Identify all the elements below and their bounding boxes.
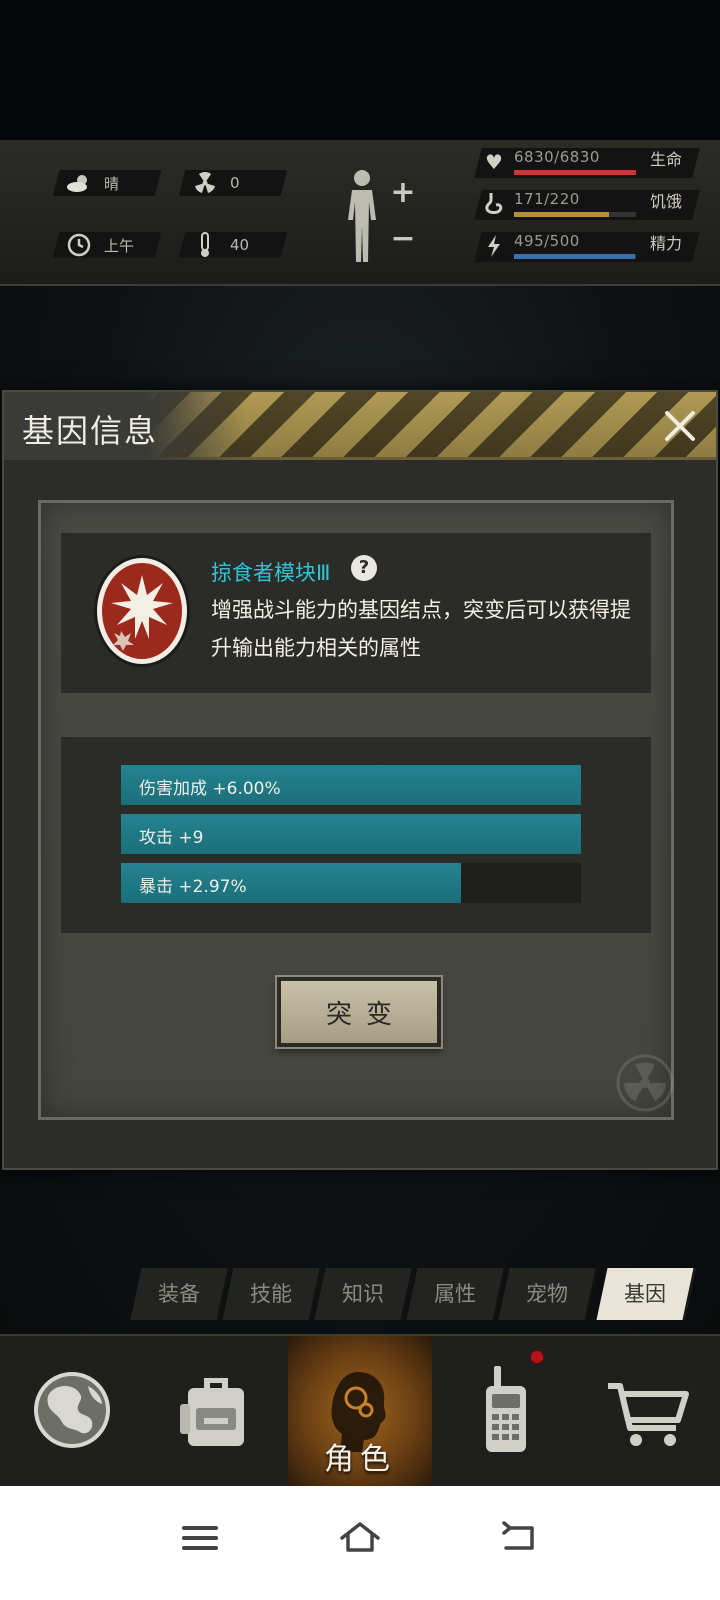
gene-name: 掠食者模块Ⅲ xyxy=(211,561,331,585)
thermometer-icon xyxy=(192,232,218,258)
stat-bar-attack: 攻击 +9 xyxy=(121,814,581,854)
radiation-chip: 0 xyxy=(178,170,288,196)
tab-genes[interactable]: 基因 xyxy=(596,1268,696,1320)
nav-character[interactable]: 角色 xyxy=(288,1336,432,1488)
temperature-chip: 40 xyxy=(178,232,288,258)
energy-bar xyxy=(514,254,636,259)
time-chip: 上午 xyxy=(52,232,162,258)
help-icon[interactable]: ? xyxy=(351,555,377,581)
energy-icon xyxy=(482,234,506,258)
system-nav-bar xyxy=(0,1486,720,1600)
hunger-bar xyxy=(514,212,636,217)
weather-chip: 晴 xyxy=(52,170,162,196)
radio-notification-dot xyxy=(530,1350,544,1364)
temperature-value: 40 xyxy=(230,236,250,254)
nav-shop[interactable] xyxy=(576,1336,720,1488)
stat-text-attack: 攻击 +9 xyxy=(139,828,204,848)
modal-content-panel: 掠食者模块Ⅲ ? 增强战斗能力的基因结点，突变后可以获得提升输出能力相关的属性 … xyxy=(38,500,674,1120)
shopping-cart-icon xyxy=(608,1383,689,1446)
close-icon[interactable] xyxy=(658,404,702,448)
time-value: 上午 xyxy=(104,236,135,255)
stat-bar-crit: 暴击 +2.97% xyxy=(121,863,581,903)
radiation-watermark-icon xyxy=(616,1054,674,1112)
stat-text-damage: 伤害加成 +6.00% xyxy=(139,779,281,799)
increase-button[interactable]: + xyxy=(388,178,418,208)
back-icon[interactable] xyxy=(490,1508,550,1568)
stomach-icon xyxy=(482,192,506,216)
category-tabs: 装备 技能 知识 属性 宠物 基因 xyxy=(130,1268,696,1322)
walkie-talkie-icon xyxy=(486,1366,526,1452)
backpack-icon xyxy=(180,1378,244,1446)
vital-energy: 495/500 精力 xyxy=(474,228,714,268)
modal-header: 基因信息 xyxy=(4,392,716,460)
gene-info-card: 掠食者模块Ⅲ ? 增强战斗能力的基因结点，突变后可以获得提升输出能力相关的属性 xyxy=(61,533,651,693)
heart-icon: ♥ xyxy=(485,150,503,174)
stat-bar-damage: 伤害加成 +6.00% xyxy=(121,765,581,805)
top-dark-area xyxy=(0,0,720,140)
nav-backpack[interactable] xyxy=(144,1336,288,1488)
nav-character-label: 角色 xyxy=(324,1442,396,1477)
vital-hunger: 171/220 饥饿 xyxy=(474,186,714,226)
radiation-value: 0 xyxy=(230,174,240,192)
globe-icon xyxy=(34,1372,110,1448)
radiation-icon xyxy=(192,170,218,196)
tab-attributes[interactable]: 属性 xyxy=(406,1268,506,1320)
tab-equipment[interactable]: 装备 xyxy=(130,1268,230,1320)
gene-description: 增强战斗能力的基因结点，突变后可以获得提升输出能力相关的属性 xyxy=(211,598,631,660)
weather-value: 晴 xyxy=(104,174,120,193)
cloud-sun-icon xyxy=(66,170,92,196)
modal-title: 基因信息 xyxy=(22,412,159,450)
clock-icon xyxy=(66,232,92,258)
health-bar xyxy=(514,170,636,175)
vital-health: ♥ 6830/6830 生命 xyxy=(474,144,714,184)
mutate-button[interactable]: 突变 xyxy=(277,977,441,1047)
bottom-nav: 角色 xyxy=(0,1334,720,1488)
gene-info-modal: 基因信息 掠食者模块Ⅲ ? 增强战斗能力的基因结点，突变后可以获得提升输出能力相… xyxy=(2,390,718,1170)
stat-text-crit: 暴击 +2.97% xyxy=(139,877,247,897)
decrease-button[interactable]: − xyxy=(388,224,418,254)
nav-world[interactable] xyxy=(0,1336,144,1488)
tab-pets[interactable]: 宠物 xyxy=(498,1268,598,1320)
tab-knowledge[interactable]: 知识 xyxy=(314,1268,414,1320)
home-icon[interactable] xyxy=(330,1508,390,1568)
predator-gene-icon xyxy=(94,555,190,667)
tab-skills[interactable]: 技能 xyxy=(222,1268,322,1320)
nav-radio[interactable] xyxy=(432,1336,576,1488)
menu-icon[interactable] xyxy=(170,1508,230,1568)
gene-stats-card: 伤害加成 +6.00% 攻击 +9 暴击 +2.97% xyxy=(61,737,651,933)
